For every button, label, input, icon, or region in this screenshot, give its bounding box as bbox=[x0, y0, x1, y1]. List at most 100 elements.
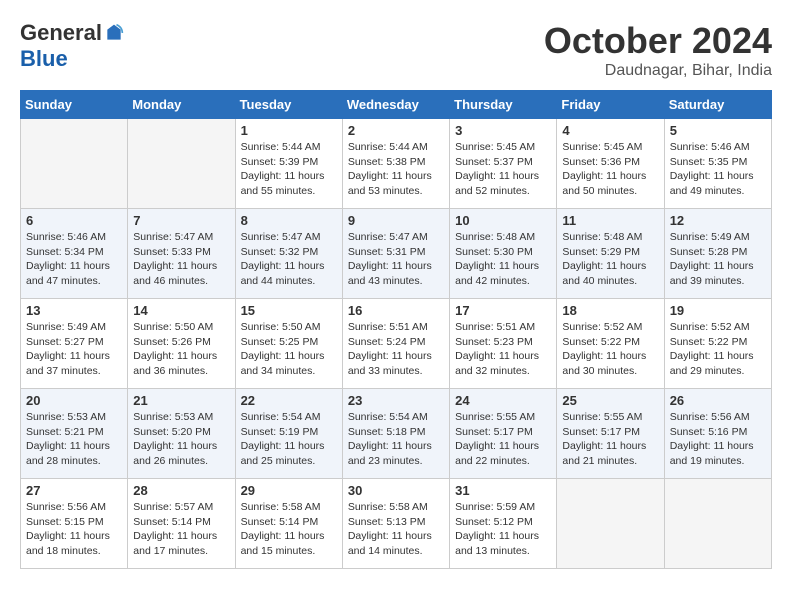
cell-content: Sunrise: 5:53 AMSunset: 5:20 PMDaylight:… bbox=[133, 410, 229, 469]
cell-content: Sunrise: 5:45 AMSunset: 5:37 PMDaylight:… bbox=[455, 140, 551, 199]
calendar-cell: 26 Sunrise: 5:56 AMSunset: 5:16 PMDayligh… bbox=[664, 389, 771, 479]
calendar-cell: 11 Sunrise: 5:48 AMSunset: 5:29 PMDayligh… bbox=[557, 209, 664, 299]
month-title: October 2024 bbox=[544, 20, 772, 62]
day-number: 25 bbox=[562, 393, 658, 408]
cell-content: Sunrise: 5:50 AMSunset: 5:26 PMDaylight:… bbox=[133, 320, 229, 379]
calendar-cell: 5Sunrise: 5:46 AMSunset: 5:35 PMDaylight… bbox=[664, 119, 771, 209]
day-header-thursday: Thursday bbox=[450, 91, 557, 119]
day-number: 21 bbox=[133, 393, 229, 408]
calendar-cell: 22 Sunrise: 5:54 AMSunset: 5:19 PMDayligh… bbox=[235, 389, 342, 479]
cell-content: Sunrise: 5:52 AMSunset: 5:22 PMDaylight:… bbox=[670, 320, 766, 379]
day-number: 20 bbox=[26, 393, 122, 408]
day-number: 18 bbox=[562, 303, 658, 318]
day-number: 12 bbox=[670, 213, 766, 228]
cell-content: Sunrise: 5:47 AMSunset: 5:33 PMDaylight:… bbox=[133, 230, 229, 289]
day-number: 29 bbox=[241, 483, 337, 498]
calendar-cell: 8Sunrise: 5:47 AMSunset: 5:32 PMDaylight… bbox=[235, 209, 342, 299]
cell-content: Sunrise: 5:55 AMSunset: 5:17 PMDaylight:… bbox=[562, 410, 658, 469]
cell-content: Sunrise: 5:47 AMSunset: 5:31 PMDaylight:… bbox=[348, 230, 444, 289]
cell-content: Sunrise: 5:49 AMSunset: 5:28 PMDaylight:… bbox=[670, 230, 766, 289]
day-number: 9 bbox=[348, 213, 444, 228]
day-header-friday: Friday bbox=[557, 91, 664, 119]
calendar-cell: 12 Sunrise: 5:49 AMSunset: 5:28 PMDayligh… bbox=[664, 209, 771, 299]
calendar-cell: 7 Sunrise: 5:47 AMSunset: 5:33 PMDaylight… bbox=[128, 209, 235, 299]
day-number: 23 bbox=[348, 393, 444, 408]
day-header-tuesday: Tuesday bbox=[235, 91, 342, 119]
location: Daudnagar, Bihar, India bbox=[544, 62, 772, 80]
calendar-cell: 6Sunrise: 5:46 AMSunset: 5:34 PMDaylight… bbox=[21, 209, 128, 299]
day-number: 2 bbox=[348, 123, 444, 138]
calendar-week-2: 6Sunrise: 5:46 AMSunset: 5:34 PMDaylight… bbox=[21, 209, 772, 299]
day-header-saturday: Saturday bbox=[664, 91, 771, 119]
logo: General Blue bbox=[20, 20, 124, 72]
cell-content: Sunrise: 5:51 AMSunset: 5:24 PMDaylight:… bbox=[348, 320, 444, 379]
day-number: 6 bbox=[26, 213, 122, 228]
logo-general: General bbox=[20, 20, 102, 46]
day-number: 27 bbox=[26, 483, 122, 498]
calendar-table: SundayMondayTuesdayWednesdayThursdayFrid… bbox=[20, 90, 772, 569]
cell-content: Sunrise: 5:59 AMSunset: 5:12 PMDaylight:… bbox=[455, 500, 551, 559]
day-header-sunday: Sunday bbox=[21, 91, 128, 119]
cell-content: Sunrise: 5:49 AMSunset: 5:27 PMDaylight:… bbox=[26, 320, 122, 379]
calendar-cell: 16 Sunrise: 5:51 AMSunset: 5:24 PMDayligh… bbox=[342, 299, 449, 389]
calendar-cell: 13Sunrise: 5:49 AMSunset: 5:27 PMDayligh… bbox=[21, 299, 128, 389]
calendar-cell: 25 Sunrise: 5:55 AMSunset: 5:17 PMDayligh… bbox=[557, 389, 664, 479]
calendar-cell: 30 Sunrise: 5:58 AMSunset: 5:13 PMDayligh… bbox=[342, 479, 449, 569]
day-number: 30 bbox=[348, 483, 444, 498]
day-number: 1 bbox=[241, 123, 337, 138]
calendar-cell: 14Sunrise: 5:50 AMSunset: 5:26 PMDayligh… bbox=[128, 299, 235, 389]
cell-content: Sunrise: 5:58 AMSunset: 5:13 PMDaylight:… bbox=[348, 500, 444, 559]
day-number: 11 bbox=[562, 213, 658, 228]
calendar-cell: 23Sunrise: 5:54 AMSunset: 5:18 PMDayligh… bbox=[342, 389, 449, 479]
calendar-cell: 10 Sunrise: 5:48 AMSunset: 5:30 PMDayligh… bbox=[450, 209, 557, 299]
day-number: 19 bbox=[670, 303, 766, 318]
calendar-week-3: 13Sunrise: 5:49 AMSunset: 5:27 PMDayligh… bbox=[21, 299, 772, 389]
cell-content: Sunrise: 5:45 AMSunset: 5:36 PMDaylight:… bbox=[562, 140, 658, 199]
logo-blue: Blue bbox=[20, 46, 68, 72]
day-number: 24 bbox=[455, 393, 551, 408]
day-number: 8 bbox=[241, 213, 337, 228]
day-number: 28 bbox=[133, 483, 229, 498]
calendar-week-4: 20Sunrise: 5:53 AMSunset: 5:21 PMDayligh… bbox=[21, 389, 772, 479]
cell-content: Sunrise: 5:48 AMSunset: 5:29 PMDaylight:… bbox=[562, 230, 658, 289]
calendar-cell: 27 Sunrise: 5:56 AMSunset: 5:15 PMDayligh… bbox=[21, 479, 128, 569]
calendar-cell: 31 Sunrise: 5:59 AMSunset: 5:12 PMDayligh… bbox=[450, 479, 557, 569]
day-number: 17 bbox=[455, 303, 551, 318]
day-number: 26 bbox=[670, 393, 766, 408]
cell-content: Sunrise: 5:50 AMSunset: 5:25 PMDaylight:… bbox=[241, 320, 337, 379]
day-number: 22 bbox=[241, 393, 337, 408]
cell-content: Sunrise: 5:44 AMSunset: 5:38 PMDaylight:… bbox=[348, 140, 444, 199]
cell-content: Sunrise: 5:57 AMSunset: 5:14 PMDaylight:… bbox=[133, 500, 229, 559]
calendar-cell: 4 Sunrise: 5:45 AMSunset: 5:36 PMDaylight… bbox=[557, 119, 664, 209]
logo-icon bbox=[104, 23, 124, 43]
calendar-cell bbox=[557, 479, 664, 569]
calendar-cell: 2 Sunrise: 5:44 AMSunset: 5:38 PMDaylight… bbox=[342, 119, 449, 209]
header-row: SundayMondayTuesdayWednesdayThursdayFrid… bbox=[21, 91, 772, 119]
cell-content: Sunrise: 5:56 AMSunset: 5:16 PMDaylight:… bbox=[670, 410, 766, 469]
calendar-cell bbox=[21, 119, 128, 209]
calendar-cell: 3Sunrise: 5:45 AMSunset: 5:37 PMDaylight… bbox=[450, 119, 557, 209]
day-number: 4 bbox=[562, 123, 658, 138]
calendar-cell: 29 Sunrise: 5:58 AMSunset: 5:14 PMDayligh… bbox=[235, 479, 342, 569]
page-header: General Blue October 2024 Daudnagar, Bih… bbox=[20, 20, 772, 80]
calendar-cell: 28 Sunrise: 5:57 AMSunset: 5:14 PMDayligh… bbox=[128, 479, 235, 569]
day-number: 5 bbox=[670, 123, 766, 138]
day-number: 15 bbox=[241, 303, 337, 318]
cell-content: Sunrise: 5:48 AMSunset: 5:30 PMDaylight:… bbox=[455, 230, 551, 289]
calendar-cell bbox=[664, 479, 771, 569]
day-number: 10 bbox=[455, 213, 551, 228]
calendar-cell: 15 Sunrise: 5:50 AMSunset: 5:25 PMDayligh… bbox=[235, 299, 342, 389]
cell-content: Sunrise: 5:56 AMSunset: 5:15 PMDaylight:… bbox=[26, 500, 122, 559]
cell-content: Sunrise: 5:44 AMSunset: 5:39 PMDaylight:… bbox=[241, 140, 337, 199]
calendar-week-5: 27 Sunrise: 5:56 AMSunset: 5:15 PMDayligh… bbox=[21, 479, 772, 569]
cell-content: Sunrise: 5:54 AMSunset: 5:19 PMDaylight:… bbox=[241, 410, 337, 469]
day-header-monday: Monday bbox=[128, 91, 235, 119]
cell-content: Sunrise: 5:58 AMSunset: 5:14 PMDaylight:… bbox=[241, 500, 337, 559]
calendar-cell: 20Sunrise: 5:53 AMSunset: 5:21 PMDayligh… bbox=[21, 389, 128, 479]
cell-content: Sunrise: 5:52 AMSunset: 5:22 PMDaylight:… bbox=[562, 320, 658, 379]
day-number: 7 bbox=[133, 213, 229, 228]
day-number: 31 bbox=[455, 483, 551, 498]
cell-content: Sunrise: 5:55 AMSunset: 5:17 PMDaylight:… bbox=[455, 410, 551, 469]
day-number: 16 bbox=[348, 303, 444, 318]
calendar-cell: 21 Sunrise: 5:53 AMSunset: 5:20 PMDayligh… bbox=[128, 389, 235, 479]
